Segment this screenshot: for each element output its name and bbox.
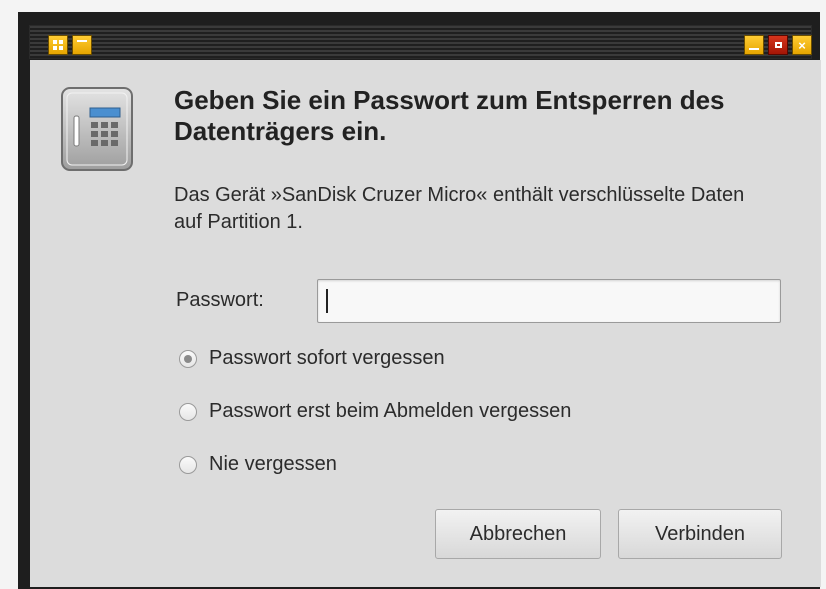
- window-menu-icon: [53, 40, 63, 50]
- dialog-description: Das Gerät »SanDisk Cruzer Micro« enthält…: [174, 184, 745, 233]
- radio-button[interactable]: [179, 349, 197, 368]
- close-icon: ×: [798, 37, 806, 53]
- minimize-button[interactable]: [744, 35, 764, 55]
- password-label: Passwort:: [176, 289, 264, 311]
- maximize-icon: [774, 42, 782, 48]
- shade-button[interactable]: [72, 35, 92, 55]
- radio-never-forget[interactable]: Nie vergessen: [179, 453, 337, 476]
- radio-label: Passwort sofort vergessen: [209, 347, 445, 369]
- maximize-button[interactable]: [768, 35, 788, 55]
- minimize-icon: [749, 48, 759, 50]
- radio-forget-on-logout[interactable]: Passwort erst beim Abmelden vergessen: [179, 400, 571, 423]
- title-bar[interactable]: ×: [29, 25, 812, 59]
- shade-icon: [77, 40, 87, 42]
- cancel-button[interactable]: Abbrechen: [435, 509, 601, 559]
- radio-button[interactable]: [179, 455, 197, 474]
- radio-label: Nie vergessen: [209, 453, 337, 475]
- window-menu-button[interactable]: [48, 35, 68, 55]
- radio-forget-immediately[interactable]: Passwort sofort vergessen: [179, 347, 445, 370]
- connect-button[interactable]: Verbinden: [618, 509, 782, 559]
- safe-vault-icon: [61, 87, 133, 171]
- dialog-heading: Geben Sie ein Passwort zum Entsperren de…: [174, 85, 725, 146]
- unlock-dialog: Geben Sie ein Passwort zum Entsperren de…: [30, 60, 821, 587]
- password-input[interactable]: [317, 279, 781, 323]
- close-button[interactable]: ×: [792, 35, 812, 55]
- radio-label: Passwort erst beim Abmelden vergessen: [209, 400, 572, 422]
- text-cursor: [326, 289, 328, 313]
- radio-button[interactable]: [179, 402, 197, 421]
